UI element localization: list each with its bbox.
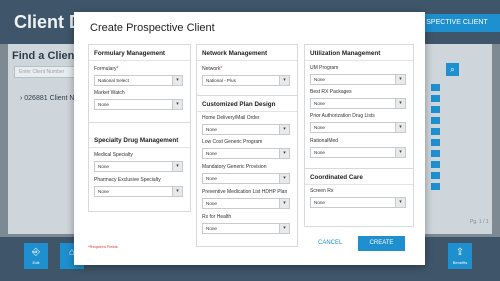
specialty-drug-management-panel: Specialty Drug Management Medical Specia…: [88, 122, 191, 212]
edit-button[interactable]: ⎆ Edit: [24, 243, 48, 269]
rx-for-health-select[interactable]: None ▾: [202, 223, 290, 234]
panel-title: Utilization Management: [310, 50, 381, 57]
mandatory-generic-select[interactable]: None ▾: [202, 173, 290, 184]
prior-authorization-field: Prior Authorization Drug Lists None ▾: [310, 113, 406, 133]
client-row[interactable]: › 026881 Client Na: [20, 95, 78, 102]
upload-icon: ⇪: [455, 247, 465, 258]
coordinated-care-panel: Coordinated Care Screen Rx None ▾: [304, 168, 414, 227]
pharmacy-exclusive-specialty-field: Pharmacy Exclusive Specialty None ▾: [94, 177, 183, 197]
create-button[interactable]: CREATE: [358, 236, 405, 251]
network-field: Network* National - Plus ▾: [202, 66, 290, 86]
formulary-field: Formulary* National Select ▾: [94, 66, 183, 86]
utilization-management-panel: Utilization Management UM Program None ▾ …: [304, 44, 414, 174]
chevron-down-icon: ▾: [279, 125, 289, 134]
um-program-select[interactable]: None ▾: [310, 74, 406, 85]
find-client-heading: Find a Client: [12, 50, 78, 62]
cancel-button[interactable]: CANCEL: [318, 240, 342, 246]
network-management-panel: Network Management Network* National - P…: [196, 44, 298, 102]
chevron-down-icon: ▾: [279, 76, 289, 85]
preventive-medication-select[interactable]: None ▾: [202, 198, 290, 209]
chevron-down-icon: ▾: [395, 198, 405, 207]
panel-title: Network Management: [202, 50, 268, 57]
required-fields-note: *Required Fields: [88, 244, 118, 249]
chevron-down-icon: ▾: [395, 148, 405, 157]
network-select[interactable]: National - Plus ▾: [202, 75, 290, 86]
um-program-field: UM Program None ▾: [310, 65, 406, 85]
chevron-down-icon: ▾: [395, 99, 405, 108]
medical-specialty-select[interactable]: None ▾: [94, 161, 183, 172]
chevron-down-icon: ▾: [172, 76, 182, 85]
market-watch-select[interactable]: None ▾: [94, 99, 183, 110]
chevron-down-icon: ▾: [279, 174, 289, 183]
row-action-icon[interactable]: [431, 117, 440, 124]
mandatory-generic-field: Mandatory Generic Provision None ▾: [202, 164, 290, 184]
rx-for-health-field: Rx for Health None ▾: [202, 214, 290, 234]
row-action-icon[interactable]: [431, 150, 440, 157]
pharmacy-exclusive-specialty-select[interactable]: None ▾: [94, 186, 183, 197]
chevron-down-icon: ▾: [279, 224, 289, 233]
panel-title: Formulary Management: [94, 50, 166, 57]
preventive-medication-field: Preventive Medication List HDHP Plan Non…: [202, 189, 290, 209]
screen-rx-select[interactable]: None ▾: [310, 197, 406, 208]
medical-specialty-field: Medical Specialty None ▾: [94, 152, 183, 172]
page-indicator: Pg. 1 / 1: [470, 219, 489, 225]
low-cost-generic-select[interactable]: None ▾: [202, 148, 290, 159]
search-icon[interactable]: ⌕: [446, 63, 459, 76]
rationalmed-field: RationalMed None ▾: [310, 138, 406, 158]
chevron-down-icon: ▾: [395, 75, 405, 84]
client-search-input[interactable]: Enter Client Number: [14, 66, 80, 78]
screen-rx-field: Screen Rx None ▾: [310, 188, 406, 208]
row-action-icon[interactable]: [431, 161, 440, 168]
formulary-select[interactable]: National Select ▾: [94, 75, 183, 86]
best-rx-packages-select[interactable]: None ▾: [310, 98, 406, 109]
chevron-down-icon: ▾: [279, 149, 289, 158]
row-action-icon[interactable]: [431, 106, 440, 113]
home-delivery-field: Home Delivery/Mail Order None ▾: [202, 115, 290, 135]
edit-icon: ⎆: [32, 247, 40, 258]
panel-title: Customized Plan Design: [202, 101, 276, 108]
chevron-down-icon: ▾: [172, 100, 182, 109]
row-action-icon[interactable]: [431, 84, 440, 91]
rationalmed-select[interactable]: None ▾: [310, 147, 406, 158]
create-prospective-client-button[interactable]: SPECTIVE CLIENT: [414, 14, 500, 32]
row-action-icon[interactable]: [431, 128, 440, 135]
low-cost-generic-field: Low Cost Generic Program None ▾: [202, 139, 290, 159]
home-delivery-select[interactable]: None ▾: [202, 124, 290, 135]
panel-title: Specialty Drug Management: [94, 137, 179, 144]
chevron-down-icon: ▾: [279, 199, 289, 208]
chevron-down-icon: ▾: [395, 123, 405, 132]
benefits-button[interactable]: ⇪ Benefits: [448, 243, 472, 269]
create-prospective-client-dialog: Create Prospective Client Formulary Mana…: [74, 12, 425, 265]
row-action-icon[interactable]: [431, 172, 440, 179]
panel-title: Coordinated Care: [310, 174, 363, 181]
row-action-icon[interactable]: [431, 139, 440, 146]
chevron-down-icon: ▾: [172, 187, 182, 196]
chevron-down-icon: ▾: [172, 162, 182, 171]
row-action-icon[interactable]: [431, 183, 440, 190]
customized-plan-design-panel: Customized Plan Design Home Delivery/Mai…: [196, 95, 298, 247]
row-action-icon[interactable]: [431, 95, 440, 102]
formulary-management-panel: Formulary Management Formulary* National…: [88, 44, 191, 129]
dialog-title: Create Prospective Client: [90, 22, 215, 34]
market-watch-field: Market Watch None ▾: [94, 90, 183, 110]
best-rx-packages-field: Best RX Packages None ▾: [310, 89, 406, 109]
prior-authorization-select[interactable]: None ▾: [310, 122, 406, 133]
